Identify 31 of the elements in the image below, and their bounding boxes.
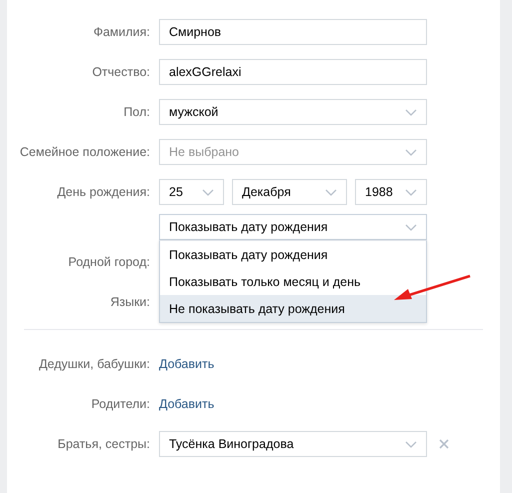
add-link[interactable]: Добавить: [159, 357, 214, 371]
dropdown[interactable]: мужской: [159, 99, 427, 125]
chevron-icon: [325, 188, 337, 196]
chevron-icon: [405, 440, 417, 448]
field-label: Фамилия:: [92, 25, 151, 39]
dropdown[interactable]: Тусёнка Виноградова: [159, 431, 427, 457]
dropdown[interactable]: 25: [159, 179, 224, 205]
dropdown[interactable]: Показывать дату рождения: [159, 214, 427, 240]
dropdown[interactable]: Декабря: [232, 179, 347, 205]
field-label: Отчество:: [91, 65, 151, 79]
menu-item[interactable]: Показывать только месяц и день: [160, 268, 426, 295]
chevron-icon: [405, 188, 417, 196]
add-link[interactable]: Добавить: [159, 397, 214, 411]
field-label: Родной город:: [67, 255, 151, 269]
input-field[interactable]: alexGGrelaxi: [159, 59, 427, 85]
field-label: Пол:: [122, 105, 151, 119]
field-label: Дедушки, бабушки:: [38, 357, 151, 371]
menu-item[interactable]: Не показывать дату рождения: [160, 295, 426, 322]
field-label: Семейное положение:: [18, 145, 151, 159]
chevron-icon: [405, 224, 417, 230]
chevron-icon: [202, 188, 214, 196]
input-field[interactable]: Смирнов: [159, 19, 427, 45]
close-icon[interactable]: [439, 439, 449, 449]
dropdown[interactable]: 1988: [355, 179, 427, 205]
menu-item[interactable]: Показывать дату рождения: [160, 241, 426, 268]
field-label: Родители:: [90, 397, 151, 411]
chevron-icon: [405, 108, 417, 116]
field-label: Языки:: [109, 295, 151, 309]
chevron-icon: [405, 148, 417, 156]
field-label: День рождения:: [56, 185, 151, 199]
field-label: Братья, сестры:: [56, 437, 151, 451]
